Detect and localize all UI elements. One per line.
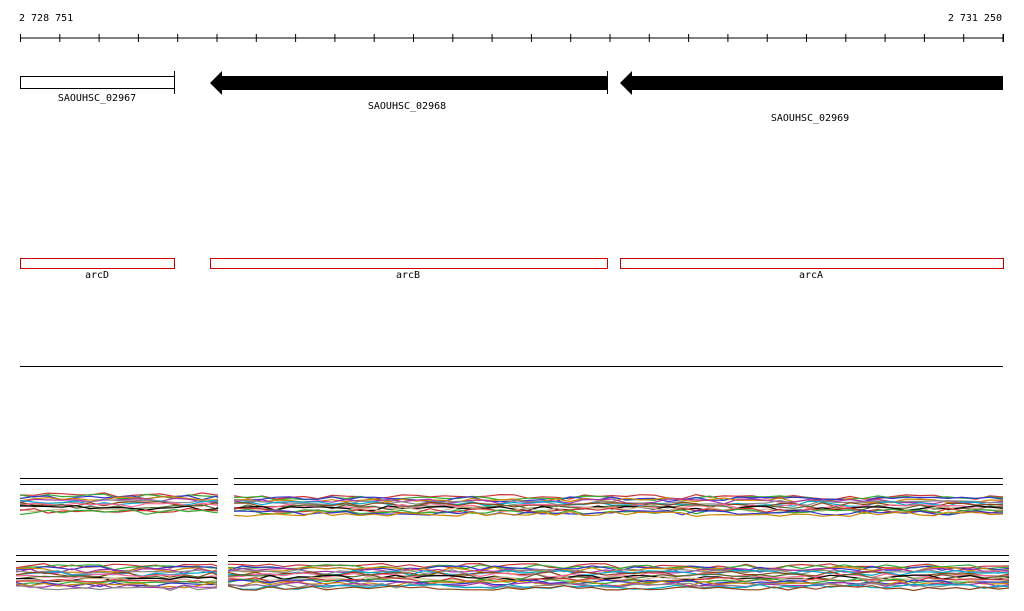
coordinate-ruler	[20, 34, 1004, 42]
gene-saouhsc-02967[interactable]: SAOUHSC_02967	[20, 71, 175, 104]
expression-track	[15, 478, 1010, 592]
gene-label: SAOUHSC_02969	[771, 113, 849, 124]
feature-label: arcB	[396, 270, 420, 281]
feature-track: arcD arcB arcA	[20, 258, 1004, 282]
gene-label: SAOUHSC_02967	[58, 93, 136, 104]
feature-arcd[interactable]: arcD	[20, 258, 175, 282]
feature-arca[interactable]: arcA	[620, 258, 1004, 282]
feature-label: arcA	[799, 270, 823, 281]
feature-label: arcD	[85, 270, 109, 281]
gene-label: SAOUHSC_02968	[368, 101, 446, 112]
gene-track: SAOUHSC_02967 SAOUHSC_02968 SAOUHSC_0296…	[20, 71, 1003, 124]
feature-arcb[interactable]: arcB	[210, 258, 608, 282]
gene-saouhsc-02968[interactable]: SAOUHSC_02968	[210, 71, 608, 112]
genome-browser-canvas[interactable]: SAOUHSC_02967 SAOUHSC_02968 SAOUHSC_0296…	[0, 0, 1024, 611]
gene-saouhsc-02969[interactable]: SAOUHSC_02969	[620, 71, 1003, 124]
